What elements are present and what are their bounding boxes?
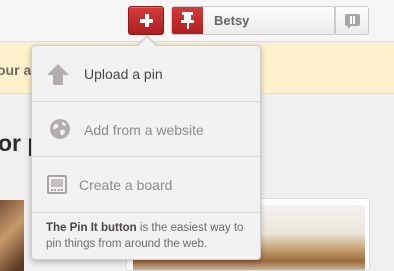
- pin-card-image-left[interactable]: [0, 200, 24, 271]
- plus-icon: [140, 14, 153, 27]
- user-profile-button[interactable]: Betsy: [171, 6, 335, 35]
- add-button[interactable]: [128, 6, 164, 35]
- pin-it-button-link[interactable]: The Pin It button: [46, 222, 137, 234]
- upload-arrow-icon: [47, 64, 69, 86]
- menu-item-label: Create a board: [79, 177, 173, 193]
- pushpin-icon: [181, 12, 194, 29]
- pin-it-button-hint[interactable]: The Pin It button is the easiest way to …: [46, 220, 251, 252]
- menu-item-add-from-website[interactable]: Add from a website: [32, 102, 260, 157]
- menu-item-label: Upload a pin: [84, 66, 163, 82]
- pin-badge: [172, 7, 203, 34]
- notifications-icon: [345, 14, 360, 29]
- menu-item-upload-pin[interactable]: Upload a pin: [32, 46, 260, 102]
- user-name: Betsy: [214, 13, 250, 28]
- add-menu-dropdown: Upload a pin Add from a website Create a…: [31, 45, 261, 260]
- menu-item-label: Add from a website: [84, 122, 204, 138]
- menu-item-create-board[interactable]: Create a board: [32, 157, 260, 213]
- dropdown-caret-fill: [138, 37, 156, 46]
- board-icon: [47, 175, 67, 194]
- globe-icon: [50, 119, 70, 139]
- top-header: Betsy: [0, 0, 394, 42]
- notifications-button[interactable]: [335, 6, 369, 35]
- banner-text: our a: [0, 62, 32, 78]
